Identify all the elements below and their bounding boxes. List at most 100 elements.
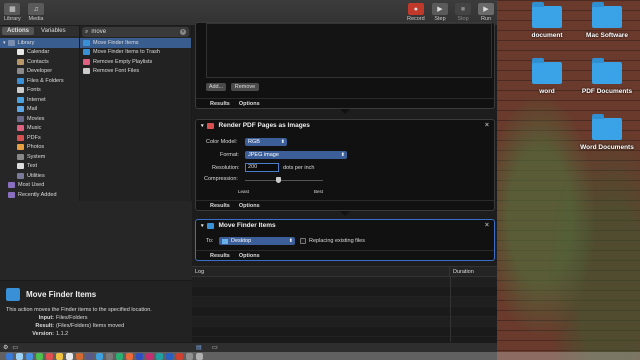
- replace-checkbox[interactable]: [300, 238, 306, 244]
- clear-search-icon[interactable]: ×: [180, 29, 186, 35]
- tree-item-mail[interactable]: Mail: [0, 105, 79, 115]
- tree-item-system[interactable]: System: [0, 152, 79, 162]
- record-button[interactable]: ● Record: [407, 3, 425, 22]
- finder-icon[interactable]: [6, 352, 13, 360]
- options-tab[interactable]: Options: [239, 253, 260, 259]
- media-button[interactable]: ♫ Media: [28, 3, 44, 22]
- log-row: [192, 307, 497, 317]
- stop-button[interactable]: ■ Stop: [455, 3, 471, 22]
- action-item[interactable]: Remove Font Files: [80, 67, 191, 77]
- notes-icon[interactable]: [56, 352, 63, 360]
- tree-item-library[interactable]: ▾ Library: [0, 38, 79, 48]
- tree-item-movies[interactable]: Movies: [0, 114, 79, 124]
- library-button[interactable]: ▦ Library: [4, 3, 21, 22]
- app-icon[interactable]: [146, 352, 153, 360]
- pdf-icon: [206, 122, 214, 129]
- tab-variables[interactable]: Variables: [36, 27, 71, 35]
- calendar-icon[interactable]: [66, 352, 73, 360]
- search-input[interactable]: move: [91, 29, 106, 35]
- options-tab[interactable]: Options: [239, 101, 260, 107]
- desktop-folder-word-documents[interactable]: Word Documents: [577, 114, 637, 151]
- tree-label: Most Used: [18, 182, 45, 189]
- tree-item-files-folders[interactable]: Files & Folders: [0, 76, 79, 86]
- block-footer: Results Options: [196, 200, 494, 210]
- results-tab[interactable]: Results: [210, 203, 230, 209]
- file-list[interactable]: [206, 23, 492, 78]
- tree-item-music[interactable]: Music: [0, 124, 79, 134]
- tree-item-recently-added[interactable]: Recently Added: [0, 190, 79, 200]
- compression-slider-thumb[interactable]: [276, 177, 281, 183]
- options-tab[interactable]: Options: [239, 203, 260, 209]
- search-field[interactable]: ⌕ move ×: [82, 27, 189, 37]
- app-icon[interactable]: [186, 352, 193, 360]
- desktop-folder-word[interactable]: word: [517, 58, 577, 95]
- log-row: [192, 297, 497, 307]
- destination-select[interactable]: Desktop ⬍: [219, 237, 295, 245]
- launchpad-icon[interactable]: [16, 352, 23, 360]
- block-title: Move Finder Items: [218, 222, 276, 229]
- app-icon[interactable]: [156, 352, 163, 360]
- tree-label: Internet: [27, 96, 46, 103]
- desktop-folder-document[interactable]: document: [517, 2, 577, 39]
- facetime-icon[interactable]: [116, 352, 123, 360]
- tree-item-photos[interactable]: Photos: [0, 143, 79, 153]
- disclosure-icon[interactable]: ▾: [201, 123, 204, 129]
- toggle-description-icon[interactable]: ▭: [12, 344, 18, 351]
- action-item[interactable]: Move Finder Items to Trash: [80, 48, 191, 58]
- messages-icon[interactable]: [36, 352, 43, 360]
- action-item[interactable]: Remove Empty Playlists: [80, 57, 191, 67]
- remove-button[interactable]: Remove: [231, 83, 259, 91]
- results-tab[interactable]: Results: [210, 253, 230, 259]
- compression-track: [245, 180, 323, 181]
- tab-actions[interactable]: Actions: [2, 27, 35, 35]
- format-select[interactable]: JPEG image ⬍: [245, 151, 347, 159]
- trash-icon[interactable]: [196, 352, 203, 360]
- media-label: Media: [28, 16, 44, 22]
- close-icon[interactable]: ×: [485, 222, 489, 229]
- tree-item-fonts[interactable]: Fonts: [0, 86, 79, 96]
- safari-icon[interactable]: [26, 352, 33, 360]
- gear-icon[interactable]: ⚙: [3, 344, 8, 351]
- tree-item-pdfs[interactable]: PDFs: [0, 133, 79, 143]
- app-icon[interactable]: [136, 352, 143, 360]
- music-icon: [83, 58, 90, 65]
- desktop-folder-mac-software[interactable]: Mac Software: [577, 2, 637, 39]
- smart-folder-icon: [8, 191, 15, 198]
- app-store-icon[interactable]: [96, 352, 103, 360]
- tree-item-contacts[interactable]: Contacts: [0, 57, 79, 67]
- log-view-icon[interactable]: ▤: [196, 344, 202, 351]
- duration-column-header[interactable]: Duration: [450, 269, 474, 275]
- workflow-bottom-bar: ▤ ▭: [192, 342, 497, 352]
- app-icon[interactable]: [126, 352, 133, 360]
- log-rows: [192, 277, 497, 337]
- log-row: [192, 317, 497, 327]
- photos-icon[interactable]: [76, 352, 83, 360]
- workflow-area: Add... Remove Results Options ▾ Render P…: [192, 22, 497, 266]
- word-icon[interactable]: [166, 352, 173, 360]
- disclosure-icon[interactable]: ▾: [201, 223, 204, 229]
- close-icon[interactable]: ×: [485, 122, 489, 129]
- color-model-select[interactable]: RGB ⬍: [245, 138, 287, 146]
- workflow-block-move-finder: ▾ Move Finder Items × To: Desktop ⬍ Repla…: [195, 219, 495, 261]
- action-item[interactable]: Move Finder Items: [80, 38, 191, 48]
- automator-icon[interactable]: [86, 352, 93, 360]
- log-column-header[interactable]: Log: [192, 267, 450, 276]
- desktop-folder-pdf-documents[interactable]: PDF Documents: [577, 58, 637, 95]
- tree-item-most-used[interactable]: Most Used: [0, 181, 79, 191]
- step-button[interactable]: ▶ Step: [432, 3, 448, 22]
- tree-item-internet[interactable]: Internet: [0, 95, 79, 105]
- tree-item-utilities[interactable]: Utilities: [0, 171, 79, 181]
- add-button[interactable]: Add...: [206, 83, 226, 91]
- music-icon[interactable]: [46, 352, 53, 360]
- resolution-input[interactable]: 200: [245, 163, 279, 172]
- app-icon[interactable]: [176, 352, 183, 360]
- tree-item-developer[interactable]: Developer: [0, 67, 79, 77]
- mail-icon: [17, 106, 24, 113]
- variables-view-icon[interactable]: ▭: [212, 344, 218, 351]
- run-button[interactable]: ▶ Run: [478, 3, 494, 22]
- tree-label: Photos: [27, 144, 45, 151]
- tree-item-text[interactable]: Text: [0, 162, 79, 172]
- tree-item-calendar[interactable]: Calendar: [0, 48, 79, 58]
- system-preferences-icon[interactable]: [106, 352, 113, 360]
- results-tab[interactable]: Results: [210, 101, 230, 107]
